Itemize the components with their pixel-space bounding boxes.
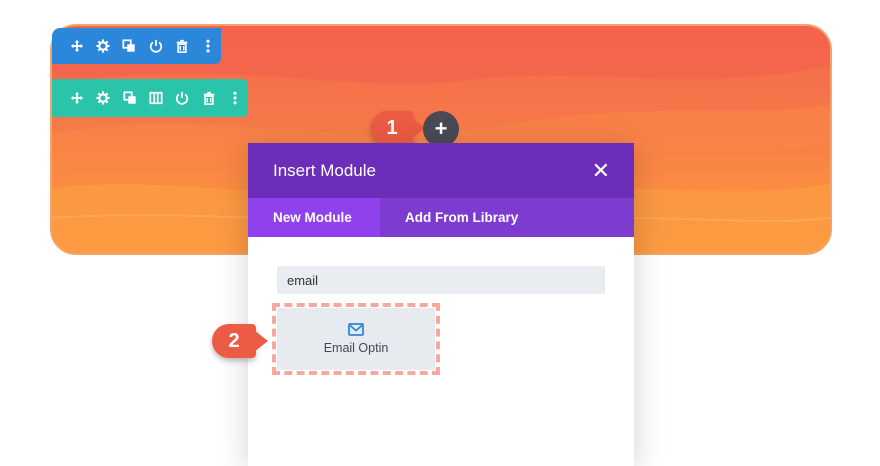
module-search-input[interactable] bbox=[277, 266, 605, 294]
row-toolbar bbox=[52, 79, 248, 117]
modal-header: Insert Module ✕ bbox=[248, 143, 634, 198]
add-module-button[interactable]: + bbox=[423, 111, 459, 147]
section-toolbar bbox=[52, 28, 221, 64]
module-label: Email Optin bbox=[323, 341, 389, 355]
insert-module-modal: Insert Module ✕ New Module Add From Libr… bbox=[248, 143, 634, 466]
power-icon[interactable] bbox=[169, 79, 195, 117]
gear-icon[interactable] bbox=[90, 79, 116, 117]
annotation-marker-2: 2 bbox=[212, 324, 268, 358]
modal-tabs: New Module Add From Library bbox=[248, 198, 634, 237]
power-icon[interactable] bbox=[143, 28, 169, 64]
builder-canvas: 1 + Insert Module ✕ New Module Add From … bbox=[0, 0, 880, 466]
gear-icon[interactable] bbox=[90, 28, 116, 64]
more-icon[interactable] bbox=[222, 79, 248, 117]
close-button[interactable]: ✕ bbox=[592, 159, 610, 182]
duplicate-icon[interactable] bbox=[117, 79, 143, 117]
envelope-icon bbox=[348, 323, 364, 336]
trash-icon[interactable] bbox=[195, 79, 221, 117]
modal-title: Insert Module bbox=[273, 160, 376, 180]
tab-new-module[interactable]: New Module bbox=[248, 198, 380, 237]
columns-icon[interactable] bbox=[143, 79, 169, 117]
module-email-optin[interactable]: Email Optin bbox=[272, 303, 440, 375]
duplicate-icon[interactable] bbox=[116, 28, 142, 64]
more-icon[interactable] bbox=[195, 28, 221, 64]
move-icon[interactable] bbox=[64, 28, 90, 64]
modal-body: Email Optin bbox=[248, 237, 634, 466]
trash-icon[interactable] bbox=[169, 28, 195, 64]
annotation-marker-1: 1 bbox=[371, 111, 425, 145]
tab-add-from-library[interactable]: Add From Library bbox=[380, 198, 518, 237]
move-icon[interactable] bbox=[64, 79, 90, 117]
